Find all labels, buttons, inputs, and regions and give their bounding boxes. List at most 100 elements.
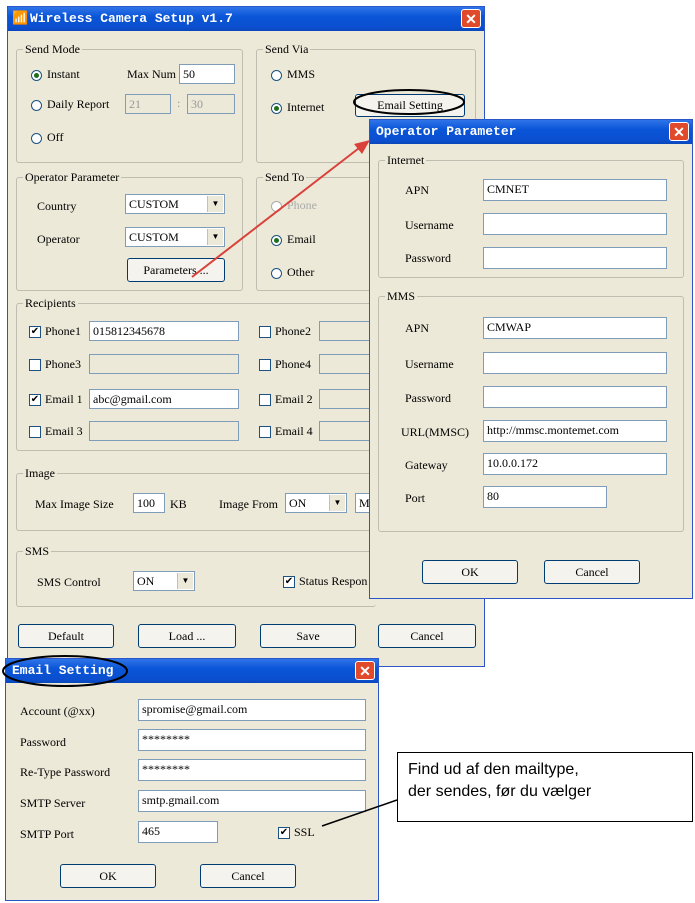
internet-group: Internet APN CMNET Username Password [378, 153, 684, 278]
send-mode-group: Send Mode Instant Max Num 50 Daily Repor… [16, 42, 243, 163]
phone4-label: Phone4 [275, 357, 311, 371]
off-label: Off [47, 130, 64, 144]
internet-radio[interactable] [271, 103, 282, 114]
email4-checkbox[interactable] [259, 426, 271, 438]
internet-username-input[interactable] [483, 213, 667, 235]
parameters-button[interactable]: Parameters ... [127, 258, 225, 282]
email-cancel-button[interactable]: Cancel [200, 864, 296, 888]
phone2-checkbox[interactable] [259, 326, 271, 338]
cancel-button[interactable]: Cancel [378, 624, 476, 648]
email1-checkbox[interactable]: ✔ [29, 394, 41, 406]
daily-separator: : [177, 96, 181, 110]
mms-apn-label: APN [405, 321, 430, 335]
operator-dialog-close-button[interactable]: ✕ [669, 122, 689, 141]
sms-legend: SMS [23, 544, 52, 559]
account-input[interactable]: spromise@gmail.com [138, 699, 366, 721]
email-ok-button[interactable]: OK [60, 864, 156, 888]
main-close-button[interactable]: ✕ [461, 9, 481, 28]
email3-label: Email 3 [45, 424, 83, 438]
mms-label: MMS [287, 67, 316, 81]
send-via-legend: Send Via [263, 42, 311, 57]
daily-report-label: Daily Report [47, 97, 110, 111]
country-select[interactable]: CUSTOM ▼ [125, 194, 225, 214]
image-from-value: ON [289, 496, 307, 510]
daily-minute-input[interactable]: 30 [187, 94, 235, 114]
sms-control-value: ON [137, 574, 155, 588]
mms-gateway-label: Gateway [405, 458, 448, 472]
status-response-checkbox[interactable]: ✔ [283, 576, 295, 588]
phone3-input[interactable] [89, 354, 239, 374]
callout-line1: Find ud af den mailtype, [408, 761, 579, 778]
other-radio[interactable] [271, 268, 282, 279]
mms-username-input[interactable] [483, 352, 667, 374]
mms-url-input[interactable]: http://mmsc.montemet.com [483, 420, 667, 442]
internet-password-label: Password [405, 251, 452, 265]
email3-input[interactable] [89, 421, 239, 441]
phone4-checkbox[interactable] [259, 359, 271, 371]
internet-label: Internet [287, 100, 325, 114]
phone1-checkbox[interactable]: ✔ [29, 326, 41, 338]
phone3-checkbox[interactable] [29, 359, 41, 371]
internet-password-input[interactable] [483, 247, 667, 269]
max-image-size-input[interactable]: 100 [133, 493, 165, 513]
email-dialog-close-button[interactable]: ✕ [355, 661, 375, 680]
daily-report-radio[interactable] [31, 100, 42, 111]
email2-checkbox[interactable] [259, 394, 271, 406]
mms-port-input[interactable]: 80 [483, 486, 607, 508]
main-titlebar: 📶 Wireless Camera Setup v1.7 ✕ [8, 7, 484, 31]
mms-url-label: URL(MMSC) [401, 425, 470, 439]
image-from-select[interactable]: ON ▼ [285, 493, 347, 513]
smtp-port-input[interactable]: 465 [138, 821, 218, 843]
ssl-checkbox[interactable]: ✔ [278, 827, 290, 839]
mms-apn-input[interactable]: CMWAP [483, 317, 667, 339]
load-button[interactable]: Load ... [138, 624, 236, 648]
sms-control-select[interactable]: ON ▼ [133, 571, 195, 591]
phone2-label: Phone2 [275, 324, 311, 338]
save-button[interactable]: Save [260, 624, 356, 648]
image-legend: Image [23, 466, 57, 481]
email-setting-dialog: Email Setting ✕ Account (@xx) spromise@g… [5, 658, 379, 901]
mms-group: MMS APN CMWAP Username Password URL(MMSC… [378, 289, 684, 532]
default-button[interactable]: Default [18, 624, 114, 648]
off-radio[interactable] [31, 133, 42, 144]
callout-box: Find ud af den mailtype, der sendes, før… [397, 752, 693, 822]
password-input[interactable]: ******** [138, 729, 366, 751]
email1-label: Email 1 [45, 392, 83, 406]
phone3-label: Phone3 [45, 357, 81, 371]
email1-input[interactable]: abc@gmail.com [89, 389, 239, 409]
instant-radio[interactable] [31, 70, 42, 81]
email3-checkbox[interactable] [29, 426, 41, 438]
chevron-down-icon: ▼ [329, 495, 345, 511]
email-setting-button[interactable]: Email Setting [355, 94, 465, 117]
internet-legend: Internet [385, 153, 427, 168]
account-label: Account (@xx) [20, 704, 95, 718]
mms-password-input[interactable] [483, 386, 667, 408]
email-label: Email [287, 232, 316, 246]
phone1-label: Phone1 [45, 324, 81, 338]
wifi-icon: 📶 [12, 11, 29, 26]
retype-password-label: Re-Type Password [20, 765, 111, 779]
daily-hour-input[interactable]: 21 [125, 94, 171, 114]
max-num-input[interactable]: 50 [179, 64, 235, 84]
internet-apn-input[interactable]: CMNET [483, 179, 667, 201]
mms-radio[interactable] [271, 70, 282, 81]
image-from-label: Image From [219, 497, 278, 511]
mms-gateway-input[interactable]: 10.0.0.172 [483, 453, 667, 475]
operator-label: Operator [37, 232, 80, 246]
phone-radio[interactable] [271, 201, 282, 212]
smtp-server-input[interactable]: smtp.gmail.com [138, 790, 366, 812]
phone-label: Phone [287, 198, 317, 212]
password-label: Password [20, 735, 67, 749]
operator-ok-button[interactable]: OK [422, 560, 518, 584]
email-dialog-titlebar: Email Setting ✕ [6, 659, 378, 683]
mms-password-label: Password [405, 391, 452, 405]
send-to-legend: Send To [263, 170, 307, 185]
operator-select[interactable]: CUSTOM ▼ [125, 227, 225, 247]
phone1-input[interactable]: 015812345678 [89, 321, 239, 341]
mms-legend: MMS [385, 289, 418, 304]
operator-parameter-dialog: Operator Parameter ✕ Internet APN CMNET … [369, 119, 693, 599]
email-radio[interactable] [271, 235, 282, 246]
operator-cancel-button[interactable]: Cancel [544, 560, 640, 584]
chevron-down-icon: ▼ [177, 573, 193, 589]
retype-password-input[interactable]: ******** [138, 759, 366, 781]
